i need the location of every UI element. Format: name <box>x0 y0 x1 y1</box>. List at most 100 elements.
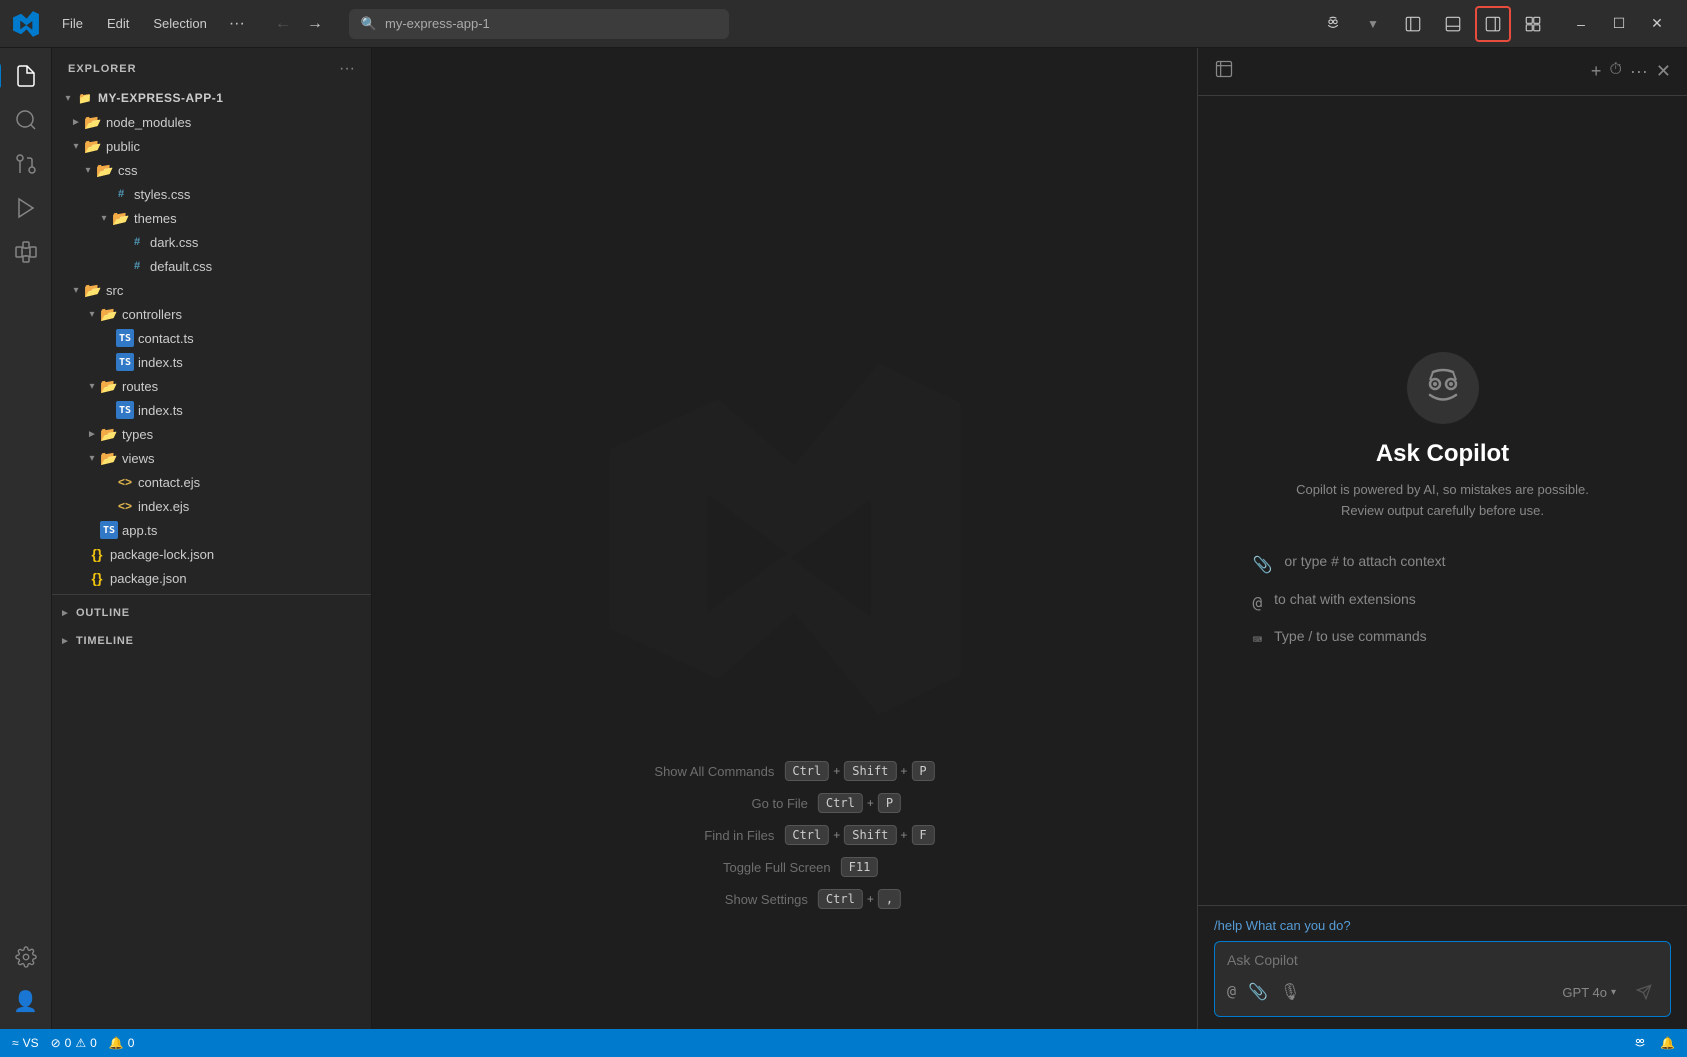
filename-contact-ts: contact.ts <box>138 331 194 346</box>
kbd-shift-3: Shift <box>844 825 896 845</box>
tree-contact-ejs[interactable]: <> contact.ejs <box>52 470 371 494</box>
attach-btn[interactable]: 📎 <box>1248 982 1268 1002</box>
activity-bar: 👤 <box>0 48 52 1029</box>
activity-search[interactable] <box>6 100 46 140</box>
tree-root[interactable]: ▾ 📁 MY-EXPRESS-APP-1 <box>52 86 371 110</box>
warning-icon: ⚠ <box>75 1036 86 1050</box>
panel-toggle-btn[interactable] <box>1435 6 1471 42</box>
send-button[interactable] <box>1630 978 1658 1006</box>
tree-package-json[interactable]: {} package.json <box>52 566 371 590</box>
tree-controllers[interactable]: ▾ 📂 controllers <box>52 302 371 326</box>
chat-history-btn[interactable]: ⏱ <box>1609 61 1621 82</box>
statusbar: ≈ VS ⊘ 0 ⚠ 0 🔔 0 🔔 <box>0 1029 1687 1057</box>
notification-count: 0 <box>128 1036 135 1050</box>
tree-dark-css[interactable]: # dark.css <box>52 230 371 254</box>
activity-extensions[interactable] <box>6 232 46 272</box>
minimize-button[interactable]: ‒ <box>1563 6 1599 42</box>
tree-package-lock[interactable]: {} package-lock.json <box>52 542 371 566</box>
menu-more[interactable]: ··· <box>221 11 253 37</box>
outline-arrow: ► <box>60 608 76 619</box>
remote-label: VS <box>23 1036 39 1050</box>
editor-area: Show All Commands Ctrl + Shift + P Go to… <box>372 48 1197 1029</box>
folder-icon-views: 📂 <box>100 449 118 467</box>
copilot-input[interactable] <box>1227 952 1658 968</box>
tree-app-ts[interactable]: TS app.ts <box>52 518 371 542</box>
toolbar-left-icons: @ 📎 🎙 <box>1227 982 1300 1002</box>
kbd-f-3: F <box>911 825 934 845</box>
copilot-suggestion[interactable]: /help What can you do? <box>1214 918 1671 933</box>
ts-icon-index-ctrl: TS <box>116 353 134 371</box>
hint-attach-text: or type # to attach context <box>1284 553 1445 569</box>
filename-index-ts-routes: index.ts <box>138 403 183 418</box>
copilot-icon-btn[interactable] <box>1315 6 1351 42</box>
tree-css[interactable]: ▾ 📂 css <box>52 158 371 182</box>
tree-styles-css[interactable]: # styles.css <box>52 182 371 206</box>
tree-public[interactable]: ▾ 📂 public <box>52 134 371 158</box>
status-errors[interactable]: ⊘ 0 ⚠ 0 <box>51 1036 97 1050</box>
tree-views[interactable]: ▾ 📂 views <box>52 446 371 470</box>
timeline-section[interactable]: ► TIMELINE <box>52 627 371 655</box>
tree-contact-ts[interactable]: TS contact.ts <box>52 326 371 350</box>
forward-button[interactable]: → <box>301 10 329 38</box>
project-name: MY-EXPRESS-APP-1 <box>98 91 223 105</box>
ejs-icon-contact: <> <box>116 473 134 491</box>
status-copilot[interactable] <box>1632 1035 1648 1051</box>
tree-src[interactable]: ▾ 📂 src <box>52 278 371 302</box>
tree-node-modules[interactable]: ► 📂 node_modules <box>52 110 371 134</box>
filename-public: public <box>106 139 140 154</box>
copilot-more-btn[interactable]: ··· <box>1630 61 1648 82</box>
copilot-title: Ask Copilot <box>1376 440 1509 468</box>
activity-explorer[interactable] <box>6 56 46 96</box>
arrow-types: ► <box>84 429 100 440</box>
activity-settings[interactable] <box>6 937 46 977</box>
copilot-close-btn[interactable]: ✕ <box>1656 61 1671 82</box>
sidebar-toggle-btn[interactable] <box>1395 6 1431 42</box>
menu-edit[interactable]: Edit <box>97 12 139 35</box>
mention-btn[interactable]: @ <box>1227 982 1236 1002</box>
tree-index-ejs[interactable]: <> index.ejs <box>52 494 371 518</box>
kbd-p-2: P <box>878 793 901 813</box>
copilot-avatar <box>1407 352 1479 424</box>
filename-contact-ejs: contact.ejs <box>138 475 200 490</box>
tree-default-css[interactable]: # default.css <box>52 254 371 278</box>
notification-icon: 🔔 <box>109 1036 124 1050</box>
new-chat-btn[interactable]: + <box>1591 61 1602 82</box>
status-remote[interactable]: ≈ VS <box>12 1036 39 1050</box>
tree-types[interactable]: ► 📂 types <box>52 422 371 446</box>
search-bar[interactable]: 🔍 my-express-app-1 <box>349 9 729 39</box>
activity-run-debug[interactable] <box>6 188 46 228</box>
paperclip-icon: 📎 <box>1253 555 1273 575</box>
nav-buttons: ← → <box>269 10 329 38</box>
titlebar-right: ▼ ‒ <box>1315 6 1675 42</box>
activity-source-control[interactable] <box>6 144 46 184</box>
folder-icon-public: 📂 <box>84 137 102 155</box>
folder-icon-controllers: 📂 <box>100 305 118 323</box>
back-button[interactable]: ← <box>269 10 297 38</box>
kbd-p-1: P <box>911 761 934 781</box>
tree-index-ts-controllers[interactable]: TS index.ts <box>52 350 371 374</box>
mic-btn[interactable]: 🎙 <box>1280 982 1300 1002</box>
tree-themes[interactable]: ▾ 📂 themes <box>52 206 371 230</box>
model-selector[interactable]: GPT 4o ▾ <box>1556 983 1622 1002</box>
status-bell[interactable]: 🔔 <box>1660 1036 1675 1050</box>
menu-file[interactable]: File <box>52 12 93 35</box>
outline-section[interactable]: ► OUTLINE <box>52 599 371 627</box>
explorer-actions[interactable]: ··· <box>339 60 355 78</box>
accounts-icon-btn[interactable]: ▼ <box>1355 6 1391 42</box>
file-tree: ▾ 📁 MY-EXPRESS-APP-1 ► 📂 node_modules ▾ … <box>52 86 371 1029</box>
sidebar: EXPLORER ··· ▾ 📁 MY-EXPRESS-APP-1 ► 📂 no… <box>52 48 372 1029</box>
menu-selection[interactable]: Selection <box>143 12 216 35</box>
layout-btn[interactable] <box>1515 6 1551 42</box>
activity-account[interactable]: 👤 <box>6 981 46 1021</box>
status-notifications[interactable]: 🔔 0 <box>109 1036 135 1050</box>
arrow-css: ▾ <box>80 165 96 176</box>
copilot-subtitle: Copilot is powered by AI, so mistakes ar… <box>1296 480 1589 522</box>
tree-index-ts-routes[interactable]: TS index.ts <box>52 398 371 422</box>
filename-views: views <box>122 451 155 466</box>
tree-routes[interactable]: ▾ 📂 routes <box>52 374 371 398</box>
close-button[interactable]: ✕ <box>1639 6 1675 42</box>
maximize-button[interactable]: ☐ <box>1601 6 1637 42</box>
copilot-hint-commands: ⌨ Type / to use commands <box>1253 628 1633 649</box>
secondary-sidebar-btn[interactable] <box>1475 6 1511 42</box>
arrow-node-modules: ► <box>68 117 84 128</box>
